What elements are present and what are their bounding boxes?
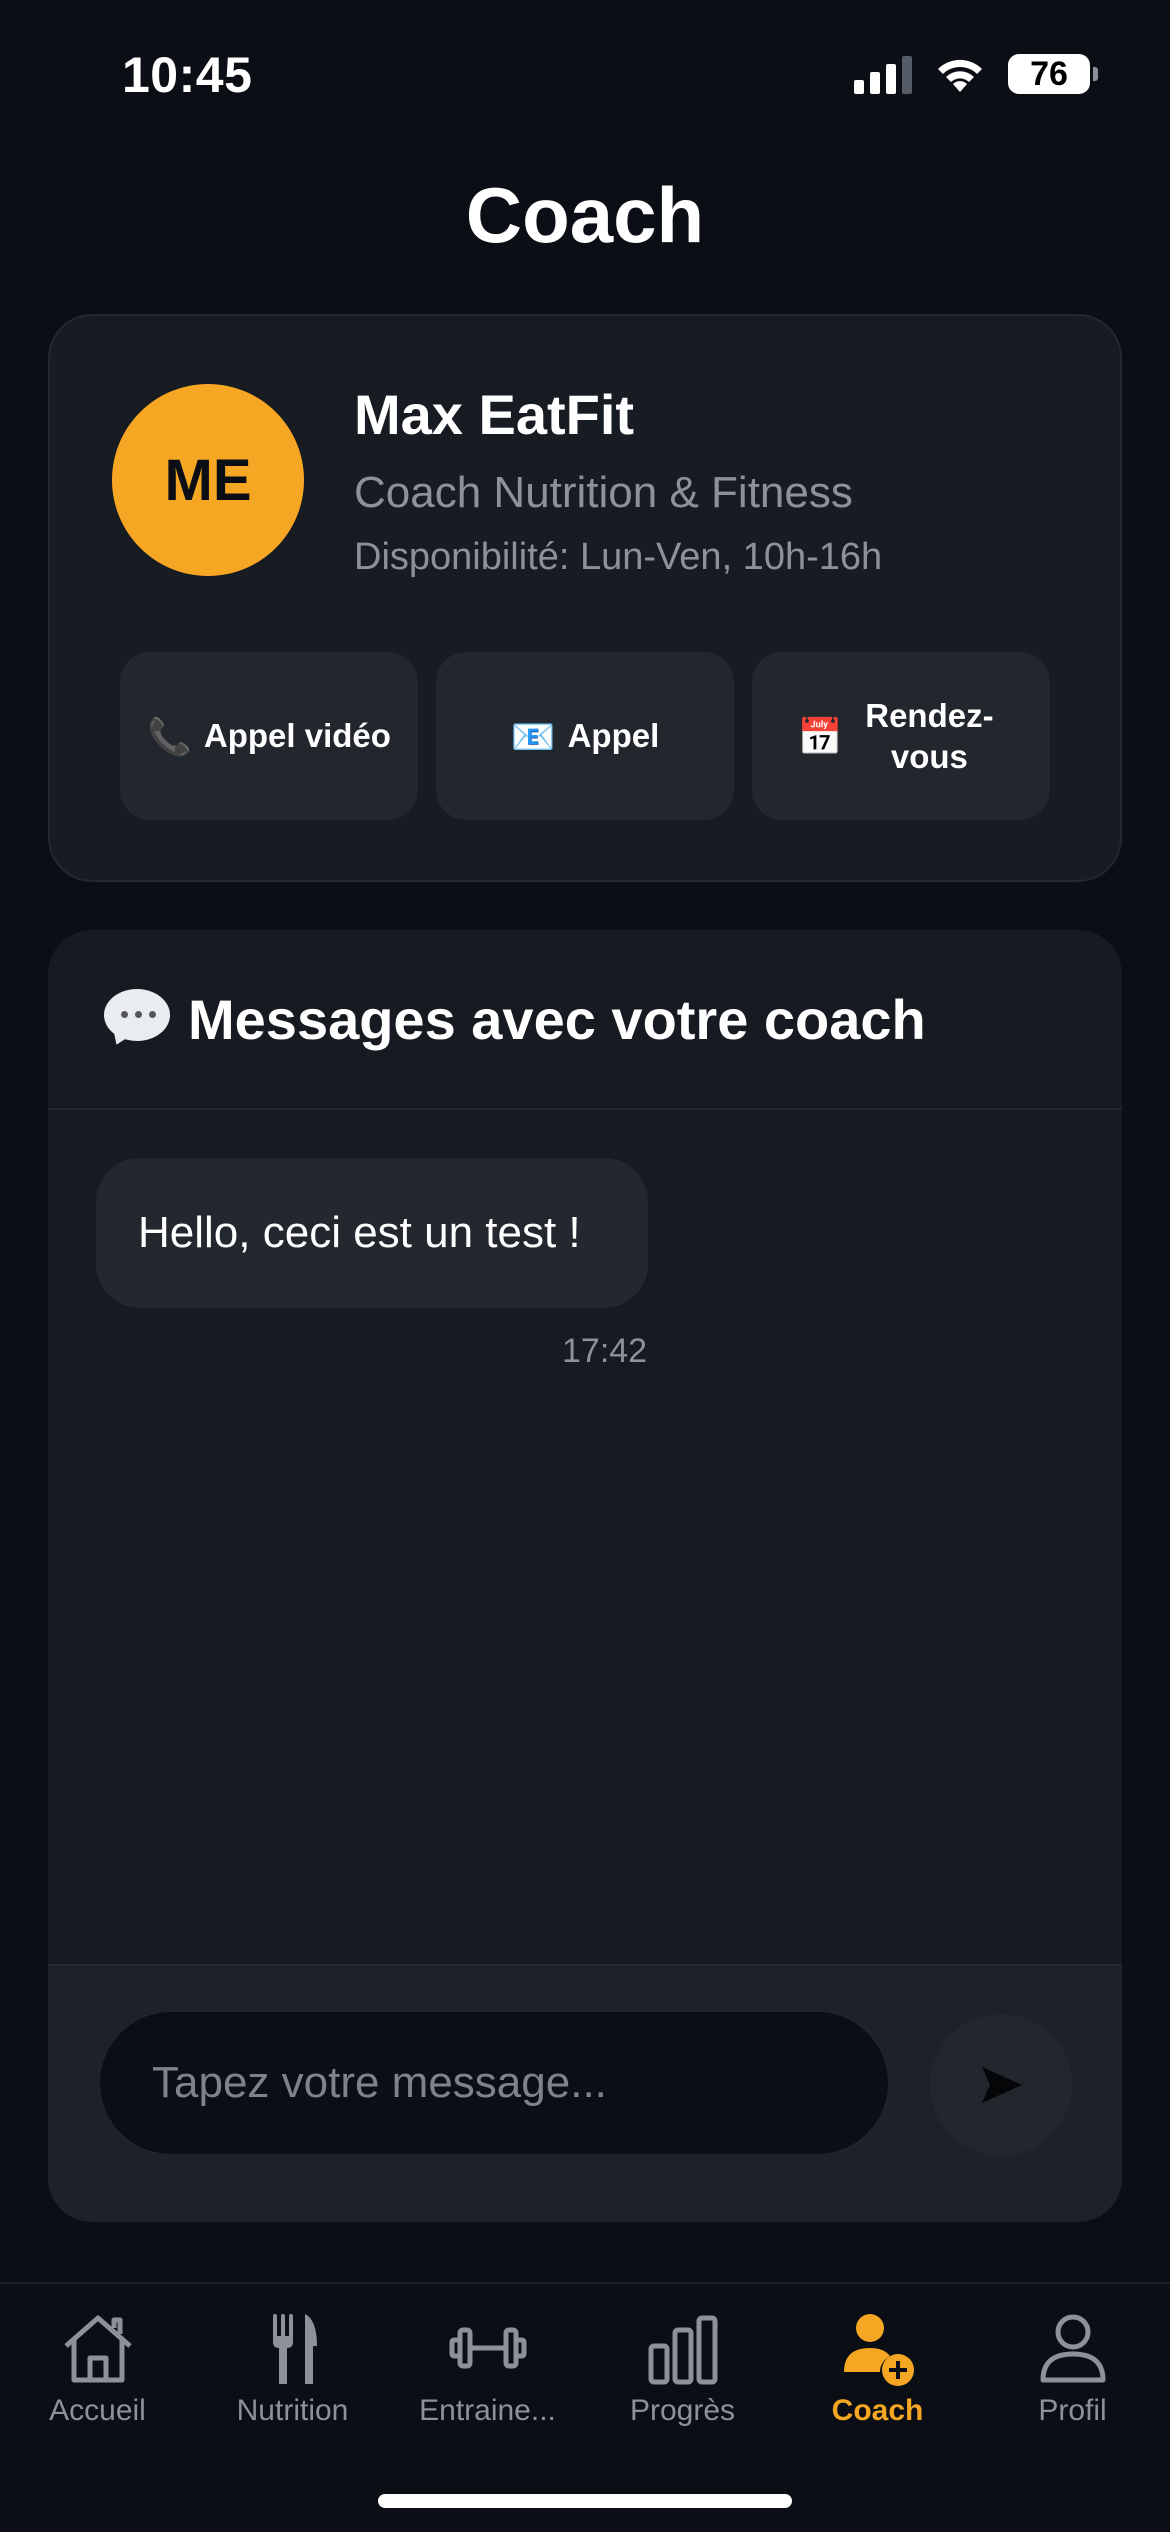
tab-label: Profil <box>1038 2394 1107 2427</box>
tab-entrainement[interactable]: Entraine... <box>390 2284 585 2444</box>
tab-coach[interactable]: Coach <box>780 2284 975 2444</box>
coach-role: Coach Nutrition & Fitness <box>354 468 853 517</box>
tab-progres[interactable]: Progrès <box>585 2284 780 2444</box>
coach-screen: 10:45 76 Coach ME Max EatFit Coach Nutri… <box>0 0 1170 2532</box>
tab-profil[interactable]: Profil <box>975 2284 1170 2444</box>
tab-nutrition[interactable]: Nutrition <box>195 2284 390 2444</box>
tab-label: Entraine... <box>419 2394 556 2427</box>
message-timestamp: 17:42 <box>562 1332 648 1370</box>
person-icon <box>1040 2314 1105 2383</box>
home-icon <box>63 2315 132 2383</box>
appointment-button[interactable]: 📅 Rendez-vous <box>752 652 1050 820</box>
bar-chart-icon <box>648 2315 717 2385</box>
message-input[interactable] <box>98 2010 890 2156</box>
home-indicator[interactable] <box>378 2494 792 2508</box>
message-bubble: Hello, ceci est un test ! <box>96 1158 648 1308</box>
status-time: 10:45 <box>122 47 253 103</box>
coach-name: Max EatFit <box>354 383 635 446</box>
coach-avatar: ME <box>112 384 304 576</box>
wifi-icon <box>938 59 982 92</box>
tab-bar: Accueil Nutrition Entraine... Progrès Co… <box>0 2282 1170 2532</box>
video-call-label: Appel vidéo <box>203 717 391 755</box>
tab-label: Accueil <box>49 2394 146 2427</box>
send-arrow-icon <box>982 2067 1022 2103</box>
tab-label: Nutrition <box>236 2394 349 2427</box>
speech-bubble-icon <box>104 989 170 1049</box>
email-icon: 📧 <box>510 715 556 757</box>
message-composer <box>48 1964 1122 2222</box>
messages-header: Messages avec votre coach <box>48 930 1122 1110</box>
person-add-icon <box>843 2314 914 2386</box>
phone-icon: 📞 <box>147 715 192 757</box>
messages-card: Messages avec votre coach Hello, ceci es… <box>48 930 1122 2222</box>
send-button[interactable] <box>930 2014 1072 2156</box>
video-call-button[interactable]: 📞 Appel vidéo <box>120 652 418 820</box>
coach-card: ME Max EatFit Coach Nutrition & Fitness … <box>48 314 1122 882</box>
cellular-signal-icon <box>854 54 912 94</box>
tab-accueil[interactable]: Accueil <box>0 2284 195 2444</box>
calendar-icon: 📅 <box>797 715 843 757</box>
status-icons: 76 <box>854 54 1098 94</box>
page-title: Coach <box>465 171 705 259</box>
coach-availability: Disponibilité: Lun-Ven, 10h-16h <box>354 536 883 578</box>
call-button[interactable]: 📧 Appel <box>436 652 734 820</box>
battery-percentage: 76 <box>1030 54 1068 93</box>
dumbbell-icon <box>449 2327 526 2369</box>
coach-actions: 📞 Appel vidéo 📧 Appel 📅 Rendez-vous <box>120 652 1050 820</box>
status-bar: 10:45 76 <box>0 0 1170 150</box>
tab-label: Coach <box>831 2394 924 2427</box>
battery-icon: 76 <box>1008 54 1098 94</box>
message-list[interactable]: Hello, ceci est un test ! 17:42 <box>48 1110 1122 1962</box>
appointment-label: Rendez-vous <box>865 696 994 775</box>
tab-label: Progrès <box>629 2394 736 2427</box>
fork-knife-icon <box>272 2314 317 2384</box>
messages-title: Messages avec votre coach <box>188 987 926 1051</box>
call-label: Appel <box>567 717 660 755</box>
